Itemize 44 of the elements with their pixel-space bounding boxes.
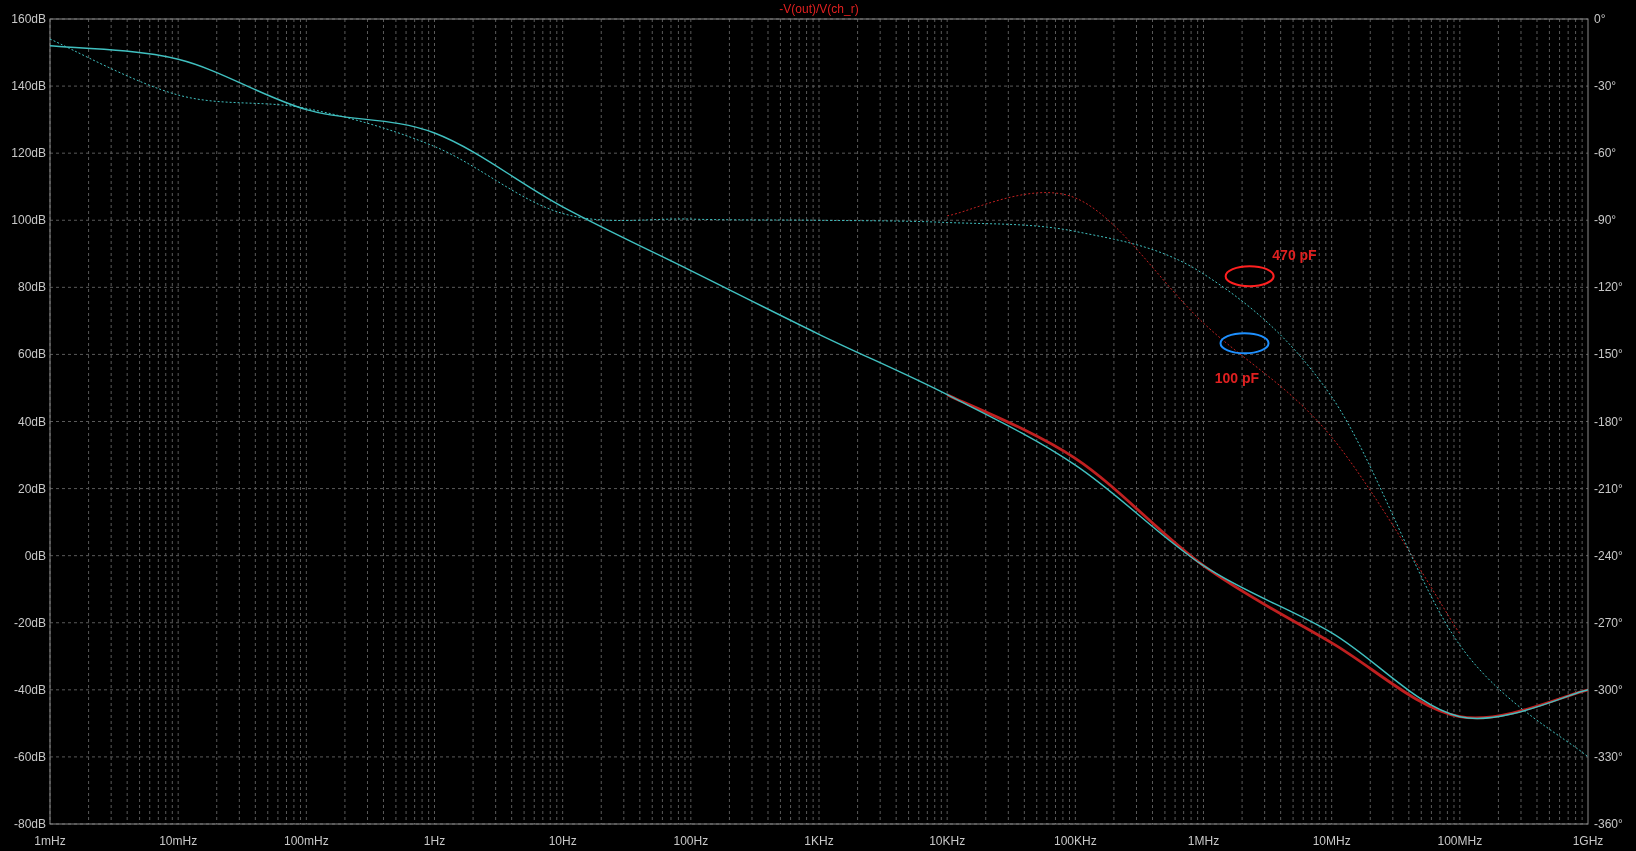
annotation-label: 470 pF (1272, 246, 1317, 263)
tick-label: 10KHz (929, 834, 966, 848)
tick-label: -90° (1594, 213, 1617, 228)
ellipse-marker (1224, 265, 1275, 288)
tick-label: 80dB (17, 280, 46, 295)
tick-label: -20dB (13, 615, 46, 630)
tick-label: 20dB (17, 481, 46, 496)
tick-label: 0° (1594, 12, 1606, 26)
tick-label: 100dB (11, 213, 46, 228)
tick-label: -360° (1594, 817, 1623, 831)
tick-label: -210° (1594, 481, 1623, 496)
tick-label: 10mHz (159, 834, 198, 848)
tick-label: 1Hz (423, 834, 446, 848)
tick-label: -40dB (13, 682, 46, 697)
tick-label: 140dB (11, 79, 46, 94)
annotation-label: 100 pF (1214, 369, 1259, 386)
tick-label: -240° (1594, 548, 1623, 563)
tick-label: 60dB (17, 347, 46, 362)
tick-label: 100Hz (673, 834, 709, 848)
tick-label: -300° (1594, 682, 1623, 697)
tick-label: 100KHz (1054, 834, 1097, 848)
tick-label: 1GHz (1572, 834, 1604, 848)
ellipse-marker (1219, 332, 1270, 355)
tick-label: 100mHz (284, 834, 329, 848)
tick-label: 1MHz (1187, 834, 1220, 848)
tick-label: -60° (1594, 146, 1617, 161)
tick-label: 0dB (24, 548, 46, 563)
tick-label: 1mHz (34, 834, 66, 848)
tick-label: -80dB (13, 817, 46, 831)
tick-label: -150° (1594, 347, 1623, 362)
tick-label: -60dB (13, 749, 46, 764)
tick-label: -30° (1594, 79, 1617, 94)
tick-label: -330° (1594, 749, 1623, 764)
tick-label: 10MHz (1312, 834, 1351, 848)
tick-label: 100MHz (1437, 834, 1483, 848)
tick-label: -180° (1594, 414, 1623, 429)
tick-label: 120dB (11, 146, 46, 161)
tick-label: 40dB (17, 414, 46, 429)
tick-label: -120° (1594, 280, 1623, 295)
tick-label: -270° (1594, 615, 1623, 630)
tick-label: 10Hz (548, 834, 577, 848)
tick-label: 160dB (11, 12, 46, 26)
plot-title: -V(out)/V(ch_r) (779, 2, 859, 16)
tick-label: 1KHz (804, 834, 834, 848)
